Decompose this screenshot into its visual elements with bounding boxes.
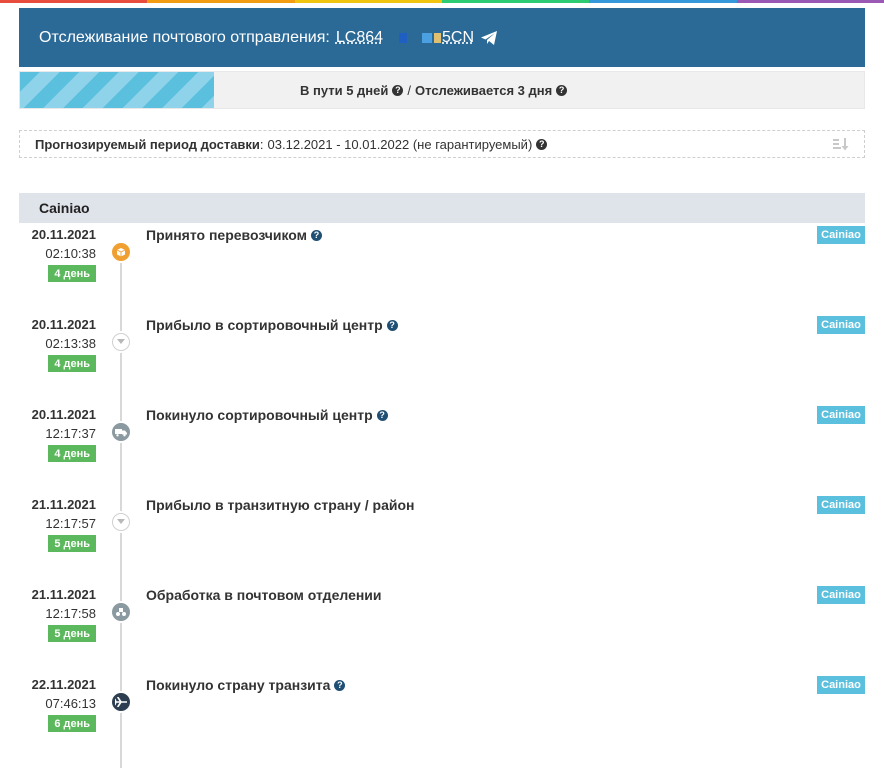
tracking-number-mask-block-2 bbox=[434, 32, 442, 43]
tracking-number-suffix: 5CN bbox=[442, 28, 475, 46]
top-strip-segment bbox=[294, 0, 442, 3]
event-time: 12:17:57 bbox=[45, 516, 96, 531]
event-title: Покинуло сортировочный центр? bbox=[146, 407, 388, 423]
forecast-value: 03.12.2021 - 10.01.2022 (не гарантируемы… bbox=[267, 136, 533, 152]
tracking-number-mask-dot bbox=[399, 32, 408, 43]
timeline-event: 22.11.2021 07:46:13 6 день Покинуло страну … bbox=[0, 673, 884, 763]
event-date: 21.11.2021 bbox=[31, 587, 96, 602]
arrow-down-icon bbox=[112, 333, 130, 351]
forecast-label: Прогнозируемый период доставки bbox=[35, 136, 260, 152]
help-icon[interactable]: ? bbox=[386, 319, 398, 331]
event-carrier-badge: Cainiao bbox=[817, 226, 865, 244]
event-title-text: Обработка в почтовом отделении bbox=[146, 587, 382, 603]
event-title: Прибыло в транзитную страну / район bbox=[146, 497, 414, 513]
event-date: 22.11.2021 bbox=[31, 677, 96, 692]
tracking-header: Отслеживание почтового отправления: LC86… bbox=[19, 8, 865, 67]
top-strip-segment bbox=[441, 0, 590, 3]
help-icon[interactable]: ? bbox=[334, 679, 346, 691]
carrier-name: Cainiao bbox=[39, 200, 90, 216]
event-title: Принято перевозчиком? bbox=[146, 227, 323, 243]
box-icon bbox=[112, 243, 130, 261]
telegram-icon[interactable] bbox=[480, 30, 498, 46]
timeline-event: 20.11.2021 02:10:38 4 день Принято перевозч… bbox=[0, 223, 884, 313]
event-day-badge: 4 день bbox=[48, 355, 96, 372]
event-date: 21.11.2021 bbox=[31, 497, 96, 512]
event-title-text: Покинуло страну транзита bbox=[146, 677, 331, 693]
event-carrier-badge: Cainiao bbox=[817, 406, 865, 424]
tracked-label: Отслеживается 3 дня bbox=[415, 82, 553, 98]
help-icon[interactable]: ? bbox=[311, 229, 323, 241]
event-day-badge: 6 день bbox=[48, 715, 96, 732]
event-title-text: Прибыло в транзитную страну / район bbox=[146, 497, 415, 513]
event-title: Покинуло страну транзита? bbox=[146, 677, 346, 693]
event-day-badge: 5 день bbox=[48, 625, 96, 642]
event-carrier-badge: Cainiao bbox=[817, 316, 865, 334]
transit-progress: В пути 5 дней ? / Отслеживается 3 дня ? bbox=[19, 71, 865, 109]
help-icon[interactable]: ? bbox=[536, 138, 548, 150]
tracking-title: Отслеживание почтового отправления: bbox=[39, 28, 330, 46]
post-processing-icon bbox=[112, 603, 130, 621]
forecast-colon: : bbox=[259, 136, 264, 152]
tracking-number-prefix: LC864 bbox=[335, 28, 384, 46]
event-carrier-badge: Cainiao bbox=[817, 676, 865, 694]
sort-icon[interactable] bbox=[833, 138, 849, 151]
tracking-number-link[interactable]: LC864 5CN bbox=[336, 29, 474, 47]
status-separator: / bbox=[407, 82, 412, 98]
event-time: 12:17:58 bbox=[45, 606, 96, 621]
event-day-badge: 4 день bbox=[48, 265, 96, 282]
help-icon[interactable]: ? bbox=[392, 84, 404, 96]
event-title: Обработка в почтовом отделении bbox=[146, 587, 382, 603]
timeline-event: 21.11.2021 12:17:57 5 день Прибыло в транзи… bbox=[0, 493, 884, 583]
top-strip-segment bbox=[0, 0, 148, 3]
top-strip-segment bbox=[589, 0, 737, 3]
transit-progress-bar bbox=[20, 72, 215, 108]
top-strip-segment bbox=[147, 0, 295, 3]
event-time: 02:10:38 bbox=[45, 246, 96, 261]
carrier-header: Cainiao bbox=[19, 193, 865, 223]
top-strip-segment bbox=[736, 0, 884, 3]
event-title: Прибыло в сортировочный центр? bbox=[146, 317, 398, 333]
event-date: 20.11.2021 bbox=[31, 227, 96, 242]
arrow-down-icon bbox=[112, 513, 130, 531]
event-date: 20.11.2021 bbox=[31, 407, 96, 422]
transit-status-text: В пути 5 дней ? / Отслеживается 3 дня ? bbox=[300, 72, 568, 108]
event-carrier-badge: Cainiao bbox=[817, 586, 865, 604]
in-transit-label: В пути 5 дней bbox=[300, 82, 389, 98]
event-title-text: Принято перевозчиком bbox=[146, 227, 308, 243]
top-color-strip bbox=[0, 0, 884, 3]
event-day-badge: 4 день bbox=[48, 445, 96, 462]
help-icon[interactable]: ? bbox=[376, 409, 388, 421]
delivery-forecast: Прогнозируемый период доставки: 03.12.20… bbox=[19, 130, 865, 158]
timeline-event: 20.11.2021 12:17:37 4 день Покинуло сортиро… bbox=[0, 403, 884, 493]
timeline-event: 20.11.2021 02:13:38 4 день Прибыло в сортир… bbox=[0, 313, 884, 403]
airplane-icon bbox=[112, 693, 130, 711]
event-title-text: Прибыло в сортировочный центр bbox=[146, 317, 383, 333]
tracking-number-mask bbox=[384, 33, 392, 43]
event-carrier-badge: Cainiao bbox=[817, 496, 865, 514]
event-time: 12:17:37 bbox=[45, 426, 96, 441]
truck-icon bbox=[112, 423, 130, 441]
tracking-number-mask-block bbox=[422, 32, 433, 43]
event-title-text: Покинуло сортировочный центр bbox=[146, 407, 373, 423]
timeline-event: 21.11.2021 12:17:58 5 день Обработка в почт… bbox=[0, 583, 884, 673]
event-date: 20.11.2021 bbox=[31, 317, 96, 332]
event-time: 07:46:13 bbox=[45, 696, 96, 711]
event-day-badge: 5 день bbox=[48, 535, 96, 552]
help-icon[interactable]: ? bbox=[556, 84, 568, 96]
event-time: 02:13:38 bbox=[45, 336, 96, 351]
